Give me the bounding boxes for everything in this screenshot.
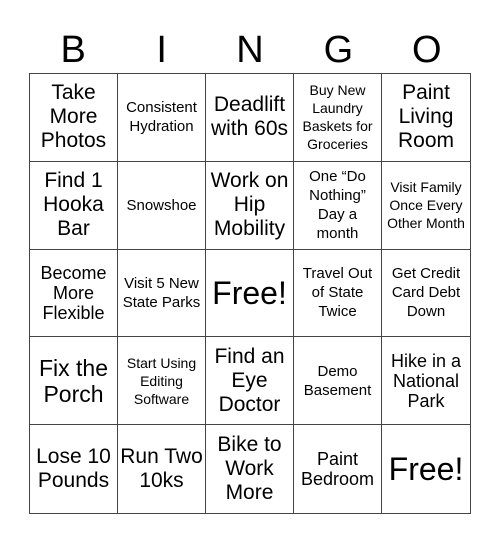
bingo-cell[interactable]: Hike in a National Park — [382, 337, 470, 426]
cell-text: Free! — [388, 451, 464, 488]
bingo-cell[interactable]: Fix the Porch — [30, 337, 118, 426]
bingo-cell[interactable]: Take More Photos — [30, 74, 118, 162]
cell-text: Travel Out of State Twice — [302, 265, 373, 321]
bingo-header: B I N G O — [29, 28, 471, 72]
cell-text: Become More Flexible — [40, 262, 107, 323]
bingo-cell[interactable]: Visit Family Once Every Other Month — [382, 162, 470, 250]
cell-text: Fix the Porch — [38, 354, 109, 407]
free-space-cell[interactable]: Free! — [206, 249, 294, 338]
header-letter-g: G — [323, 29, 354, 71]
header-letter-o: O — [412, 29, 442, 71]
bingo-cell[interactable]: One “Do Nothing” Day a month — [294, 161, 382, 250]
cell-text: Find an Eye Doctor — [214, 344, 285, 416]
bingo-cell[interactable]: Lose 10 Pounds — [30, 425, 118, 513]
cell-text: Visit Family Once Every Other Month — [387, 179, 465, 232]
cell-text: Lose 10 Pounds — [36, 445, 111, 493]
bingo-cell[interactable]: Bike to Work More — [206, 425, 294, 513]
cell-text: Snowshoe — [126, 196, 197, 214]
bingo-cell[interactable]: Buy New Laundry Baskets for Groceries — [294, 74, 382, 162]
bingo-cell[interactable]: Consistent Hydration — [118, 74, 206, 162]
header-letter-n: N — [236, 29, 264, 71]
bingo-cell[interactable]: Get Credit Card Debt Down — [382, 250, 470, 338]
cell-text: Consistent Hydration — [126, 99, 197, 136]
cell-text: Start Using Editing Software — [126, 354, 197, 407]
header-letter-b: B — [60, 29, 86, 71]
bingo-cell[interactable]: Work on Hip Mobility — [206, 161, 294, 250]
cell-text: Paint Bedroom — [300, 449, 375, 490]
cell-text: Paint Living Room — [397, 81, 455, 153]
cell-text: Bike to Work More — [217, 433, 282, 505]
cell-text: Find 1 Hooka Bar — [43, 169, 104, 241]
cell-text: Deadlift with 60s — [210, 93, 289, 141]
bingo-grid: Take More Photos Consistent Hydration Dead… — [29, 73, 471, 514]
bingo-cell[interactable]: Find an Eye Doctor — [206, 337, 294, 426]
bingo-cell[interactable]: Paint Living Room — [382, 74, 470, 162]
bingo-cell[interactable]: Start Using Editing Software — [118, 337, 206, 426]
cell-text: Demo Basement — [303, 362, 372, 399]
bingo-cell[interactable]: Snowshoe — [118, 161, 206, 250]
bingo-cell[interactable]: Deadlift with 60s — [206, 74, 294, 162]
header-letter-i: I — [156, 29, 167, 71]
cell-text: Hike in a National Park — [390, 350, 462, 411]
cell-text: Free! — [212, 274, 287, 311]
cell-text: Get Credit Card Debt Down — [391, 265, 461, 321]
bingo-cell[interactable]: Demo Basement — [294, 337, 382, 426]
cell-text: One “Do Nothing” Day a month — [309, 168, 366, 243]
bingo-cell[interactable]: Find 1 Hooka Bar — [30, 161, 118, 250]
cell-text: Visit 5 New State Parks — [122, 274, 201, 311]
bingo-cell[interactable]: Become More Flexible — [30, 249, 118, 338]
cell-text: Run Two 10ks — [120, 445, 203, 493]
bingo-cell[interactable]: Run Two 10ks — [118, 425, 206, 513]
free-space-cell[interactable]: Free! — [382, 425, 470, 513]
cell-text: Take More Photos — [40, 81, 107, 153]
bingo-cell[interactable]: Paint Bedroom — [294, 425, 382, 513]
bingo-cell[interactable]: Visit 5 New State Parks — [118, 249, 206, 338]
cell-text: Buy New Laundry Baskets for Groceries — [302, 82, 373, 153]
bingo-cell[interactable]: Travel Out of State Twice — [294, 249, 382, 338]
cell-text: Work on Hip Mobility — [210, 169, 289, 241]
